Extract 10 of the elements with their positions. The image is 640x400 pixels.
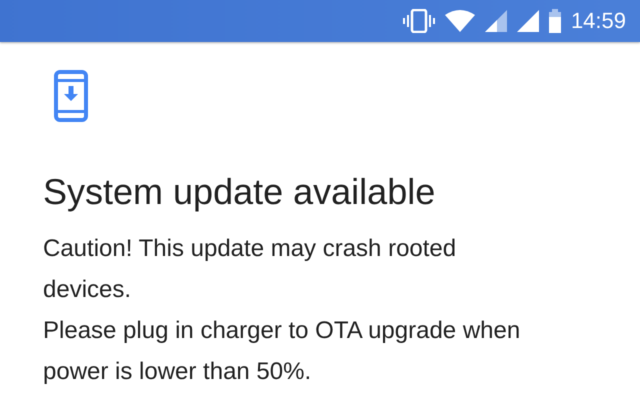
battery-icon bbox=[548, 9, 561, 33]
system-update-icon bbox=[54, 70, 88, 122]
vibrate-icon bbox=[402, 9, 435, 33]
screen-title: System update available bbox=[43, 170, 436, 214]
message-text: Caution! This update may crash rooted devices. bbox=[43, 234, 458, 305]
signal-icon bbox=[516, 10, 539, 32]
wifi-icon bbox=[444, 10, 475, 32]
clock-time: 14:59 bbox=[570, 8, 626, 34]
signal-icon bbox=[484, 10, 507, 32]
message-text: Please plug in charger to OTA upgrade when power is lower than 50%. bbox=[43, 316, 522, 387]
